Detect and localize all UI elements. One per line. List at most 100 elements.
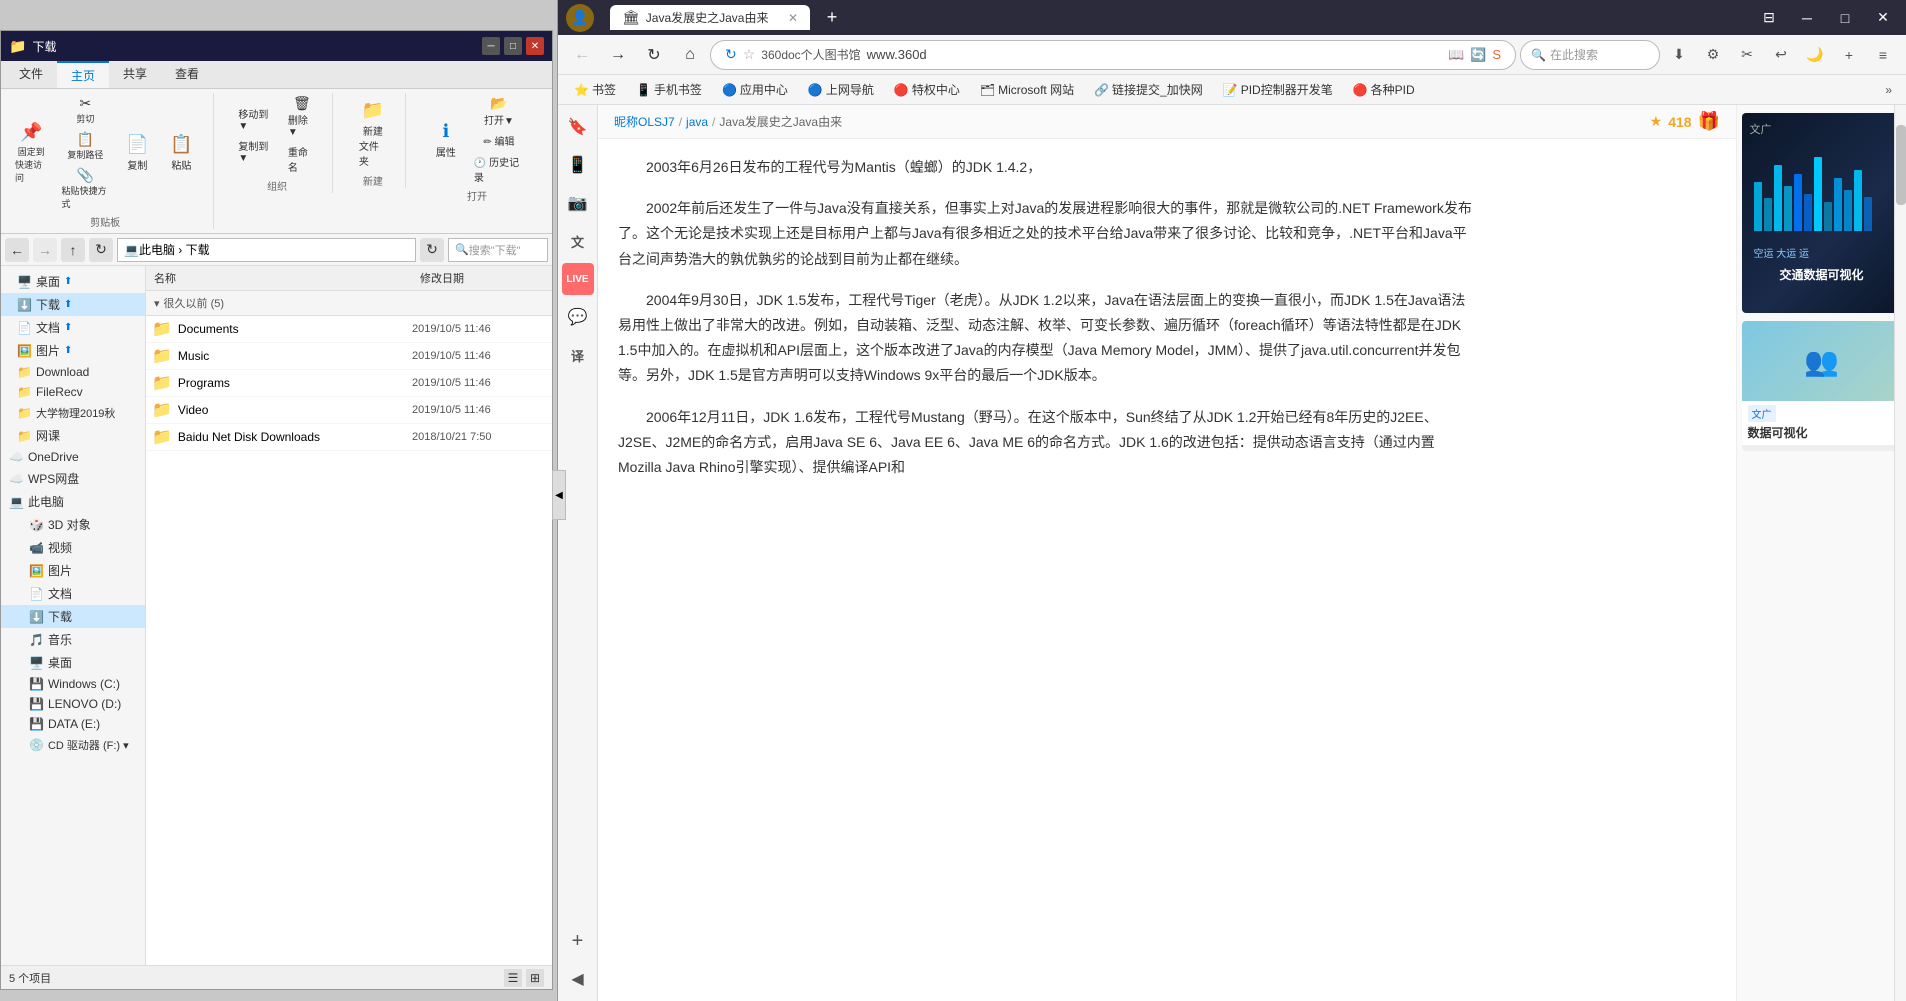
- bookmark-microsoft[interactable]: 🗂 Microsoft 网站: [972, 78, 1082, 101]
- active-tab[interactable]: 🏛 Java发展史之Java由来 ✕: [610, 5, 810, 30]
- sidebar-item-desktop2[interactable]: 🖥️ 桌面: [1, 651, 145, 674]
- undo-button[interactable]: ↩: [1766, 40, 1796, 70]
- edit-button[interactable]: ✏ 编辑: [470, 131, 528, 150]
- ad-traffic[interactable]: 文广: [1742, 113, 1902, 313]
- paste-button[interactable]: 📋 粘贴: [161, 131, 201, 175]
- sidebar-toggle-button[interactable]: ⊟: [1754, 3, 1784, 33]
- download-manager-button[interactable]: ⬇: [1664, 40, 1694, 70]
- tool-text-btn[interactable]: 文: [562, 225, 594, 257]
- cut-button[interactable]: ✂ 剪切: [57, 93, 113, 127]
- copy-to-button[interactable]: 复制到▼: [234, 136, 280, 166]
- sidebar-item-thispc[interactable]: 💻 此电脑: [1, 490, 145, 513]
- sidebar-item-wps[interactable]: ☁️ WPS网盘: [1, 467, 145, 490]
- tab-home[interactable]: 主页: [57, 61, 109, 88]
- col-name-header[interactable]: 名称: [146, 268, 412, 288]
- file-item-programs[interactable]: 📁 Programs 2019/10/5 11:46: [146, 370, 552, 397]
- address-bar-browser[interactable]: ↻ ☆ 360doc个人图书馆 www.360d 📖 🔄 S: [710, 40, 1516, 70]
- tab-close-button[interactable]: ✕: [788, 11, 798, 25]
- delete-button[interactable]: 🗑 删除▼: [284, 93, 320, 140]
- maximize-button[interactable]: □: [504, 37, 522, 55]
- file-item-baidu[interactable]: 📁 Baidu Net Disk Downloads 2018/10/21 7:…: [146, 424, 552, 451]
- bookmark-pid[interactable]: 📝 PID控制器开发笔: [1215, 78, 1341, 101]
- sidebar-item-filerecv[interactable]: 📁 FileRecv: [1, 382, 145, 402]
- breadcrumb-category[interactable]: java: [686, 115, 708, 129]
- sidebar-item-physics[interactable]: 📁 大学物理2019秋: [1, 402, 145, 424]
- sidebar-item-music[interactable]: 🎵 音乐: [1, 628, 145, 651]
- sidebar-item-drive-e[interactable]: 💾 DATA (E:): [1, 714, 145, 734]
- properties-button[interactable]: ℹ 属性: [426, 118, 466, 162]
- sidebar-item-video[interactable]: 📹 视频: [1, 536, 145, 559]
- browser-restore-button[interactable]: □: [1830, 3, 1860, 33]
- ad-dataviz[interactable]: 👥 文广 数据可视化: [1742, 321, 1902, 451]
- back-button[interactable]: ←: [566, 39, 598, 71]
- bookmark-mobile[interactable]: 📱 手机书签: [628, 78, 710, 101]
- list-view-button[interactable]: ☰: [504, 969, 522, 987]
- tool-mobile-btn[interactable]: 📱: [562, 149, 594, 181]
- tool-chat-btn[interactable]: 💬: [562, 301, 594, 333]
- bookmark-apps[interactable]: 🔵 应用中心: [714, 78, 796, 101]
- col-date-header[interactable]: 修改日期: [412, 268, 552, 288]
- add-tab-button[interactable]: +: [1834, 40, 1864, 70]
- tool-add-btn[interactable]: +: [562, 925, 594, 957]
- browser-scrollbar-thumb[interactable]: [1896, 125, 1906, 205]
- close-button[interactable]: ✕: [526, 37, 544, 55]
- extensions-button[interactable]: ⚙: [1698, 40, 1728, 70]
- search-bar[interactable]: 🔍 在此搜索: [1520, 40, 1660, 70]
- new-folder-button[interactable]: 📁 新建 文件夹: [353, 97, 393, 171]
- bookmark-nav[interactable]: 🔵 上网导航: [800, 78, 882, 101]
- tool-live-btn[interactable]: LIVE: [562, 263, 594, 295]
- sidebar-item-onedrive[interactable]: ☁️ OneDrive: [1, 447, 145, 467]
- tool-camera-btn[interactable]: 📷: [562, 187, 594, 219]
- address-refresh-button[interactable]: ↻: [420, 238, 444, 262]
- group-header[interactable]: ▾ 很久以前 (5): [146, 291, 552, 316]
- rename-button[interactable]: 重命名: [284, 142, 320, 176]
- sidebar-item-download[interactable]: ⬇️ 下载 ⬆: [1, 293, 145, 316]
- paste-shortcut-button[interactable]: 📎 粘贴快捷方式: [57, 165, 113, 212]
- panel-collapse-button[interactable]: ◀: [552, 470, 566, 520]
- favorites-button[interactable]: ✂: [1732, 40, 1762, 70]
- tool-bookmark-btn[interactable]: 🔖: [562, 111, 594, 143]
- move-to-button[interactable]: 移动到▼: [234, 104, 280, 134]
- sidebar-item-netclass[interactable]: 📁 网课: [1, 424, 145, 447]
- pin-button[interactable]: 📌 固定到 快速访问: [9, 119, 53, 187]
- copy-path-button[interactable]: 📋 复制路径: [57, 129, 113, 163]
- forward-button[interactable]: →: [602, 39, 634, 71]
- bookmark-bookmarks[interactable]: ⭐ 书签: [566, 78, 624, 101]
- refresh-button[interactable]: ↻: [638, 39, 670, 71]
- bookmark-pid2[interactable]: 🔴 各种PID: [1345, 78, 1423, 101]
- bookmark-vip[interactable]: 🔴 特权中心: [886, 78, 968, 101]
- nav-forward-button[interactable]: →: [33, 238, 57, 262]
- history-button[interactable]: 🕐 历史记录: [470, 152, 528, 186]
- sidebar-item-docs[interactable]: 📄 文档: [1, 582, 145, 605]
- tab-file[interactable]: 文件: [5, 61, 57, 88]
- nav-up-button[interactable]: ↑: [61, 238, 85, 262]
- sidebar-item-desktop[interactable]: 🖥️ 桌面 ⬆: [1, 270, 145, 293]
- grid-view-button[interactable]: ⊞: [526, 969, 544, 987]
- tool-translate-btn[interactable]: 译: [562, 339, 594, 371]
- search-box[interactable]: 🔍 搜索"下载": [448, 238, 548, 262]
- breadcrumb-author[interactable]: 昵称OLSJ7: [614, 113, 675, 130]
- open-button[interactable]: 📂 打开▼: [470, 93, 528, 129]
- tool-collapse-btn[interactable]: ◀: [562, 963, 594, 995]
- sidebar-item-dl-folder[interactable]: 📁 Download: [1, 362, 145, 382]
- bookmarks-more-button[interactable]: »: [1879, 80, 1898, 100]
- sidebar-item-drive-f[interactable]: 💿 CD 驱动器 (F:) ▾: [1, 734, 145, 756]
- address-box[interactable]: 💻 此电脑 › 下载: [117, 238, 416, 262]
- tab-view[interactable]: 查看: [161, 61, 213, 88]
- copy-button[interactable]: 📄 复制: [117, 131, 157, 175]
- sidebar-item-pictures[interactable]: 🖼️ 图片 ⬆: [1, 339, 145, 362]
- nav-back-button[interactable]: ←: [5, 238, 29, 262]
- browser-close-button[interactable]: ✕: [1868, 3, 1898, 33]
- sidebar-item-documents[interactable]: 📄 文档 ⬆: [1, 316, 145, 339]
- sidebar-item-drive-c[interactable]: 💾 Windows (C:): [1, 674, 145, 694]
- sidebar-item-pics[interactable]: 🖼️ 图片: [1, 559, 145, 582]
- browser-scrollbar-track[interactable]: [1894, 105, 1906, 1001]
- sidebar-item-drive-d[interactable]: 💾 LENOVO (D:): [1, 694, 145, 714]
- sidebar-item-3d[interactable]: 🎲 3D 对象: [1, 513, 145, 536]
- file-item-video[interactable]: 📁 Video 2019/10/5 11:46: [146, 397, 552, 424]
- minimize-button[interactable]: ─: [482, 37, 500, 55]
- home-button[interactable]: ⌂: [674, 39, 706, 71]
- darkmode-button[interactable]: 🌙: [1800, 40, 1830, 70]
- new-tab-button[interactable]: +: [818, 4, 846, 32]
- menu-button[interactable]: ≡: [1868, 40, 1898, 70]
